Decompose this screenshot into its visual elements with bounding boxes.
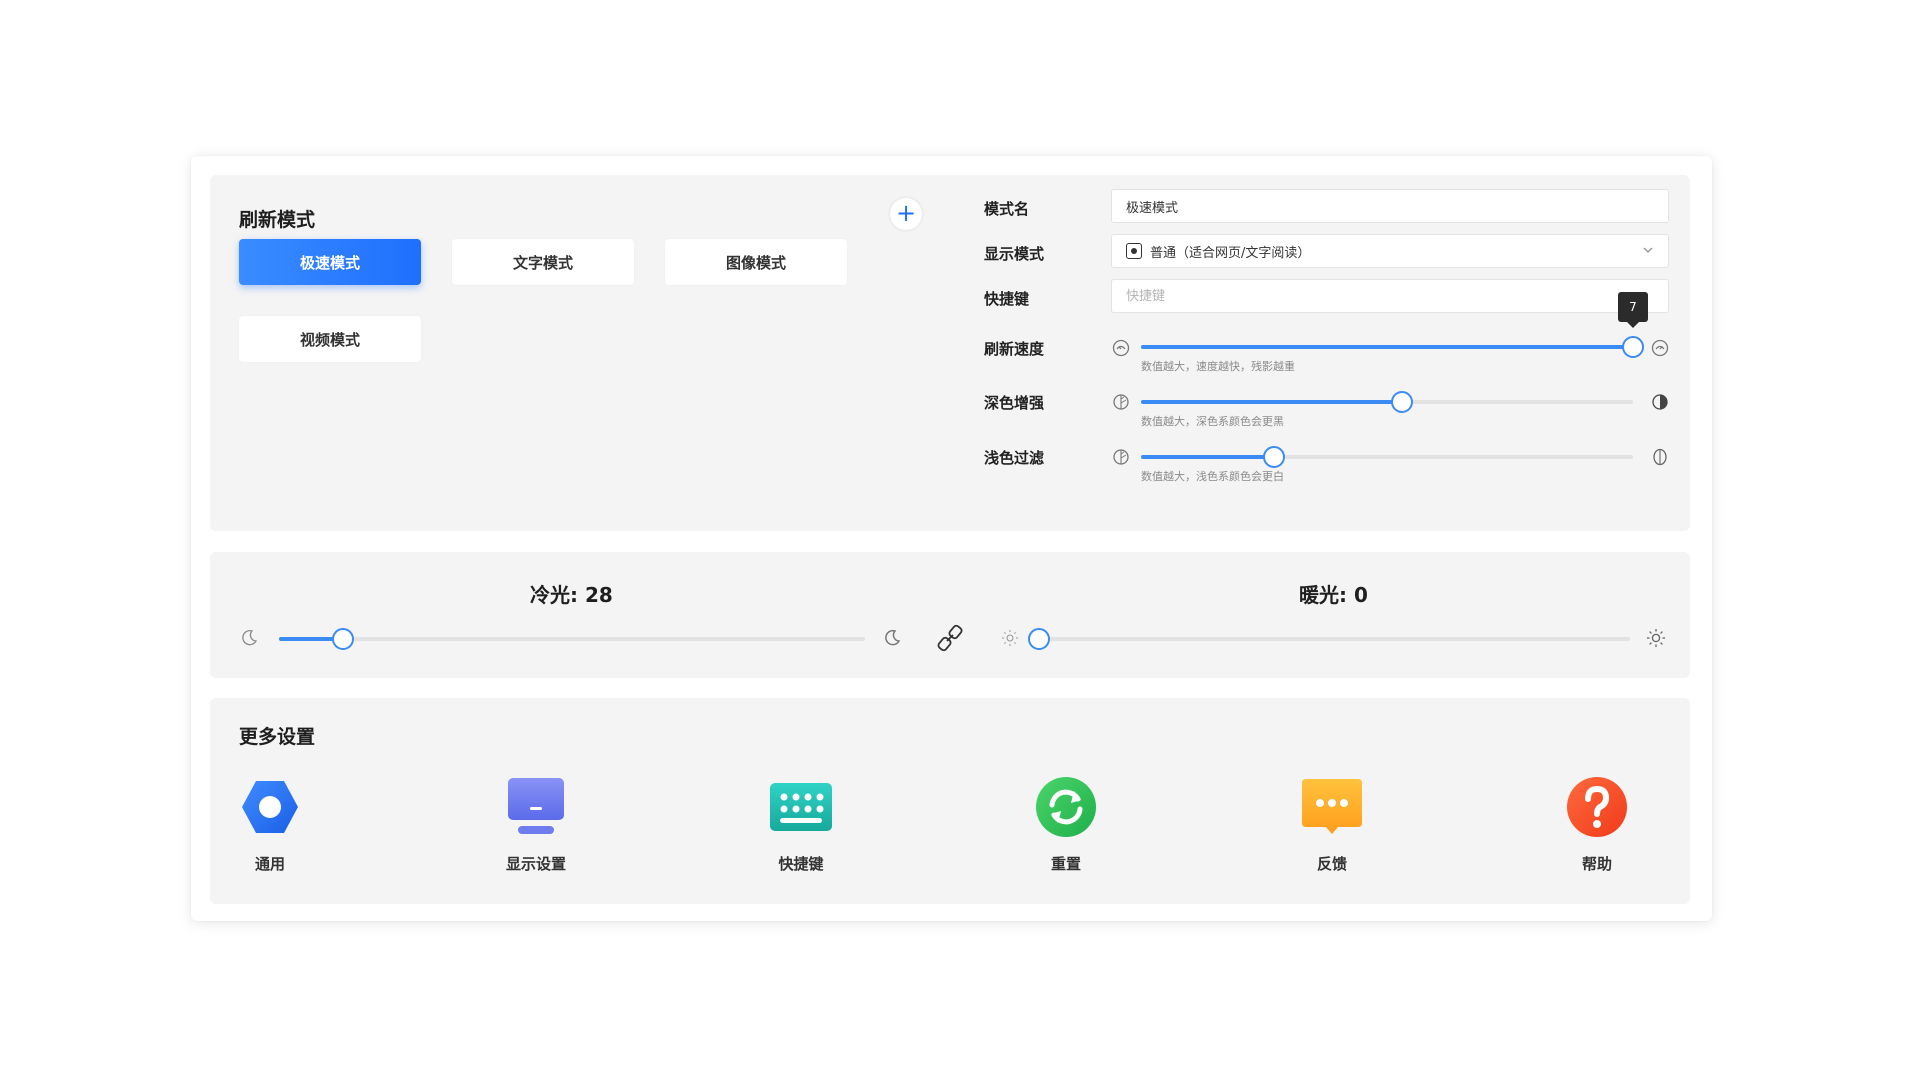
more-item-reset[interactable]: 重置 [996, 775, 1136, 874]
refresh-speed-thumb[interactable] [1622, 336, 1644, 358]
feedback-icon [1302, 779, 1362, 834]
refresh-mode-panel: 刷新模式 + 极速模式 文字模式 图像模式 视频模式 模式名 极速模式 显示模式… [210, 175, 1690, 531]
warm-light-slider[interactable] [1028, 628, 1630, 650]
speed-slow-icon [1112, 339, 1130, 357]
light-filter-slider[interactable] [1141, 446, 1633, 468]
light-filter-label: 浅色过滤 [984, 449, 1045, 467]
more-item-general[interactable]: 通用 [200, 775, 340, 874]
link-icon[interactable] [936, 624, 964, 652]
cold-light-title: 冷光: 28 [530, 583, 613, 607]
refresh-icon [1036, 777, 1096, 837]
warm-light-thumb[interactable] [1028, 628, 1050, 650]
display-mode-label: 显示模式 [984, 245, 1045, 263]
display-mode-icon [1126, 243, 1142, 259]
dark-enhance-hint: 数值越大，深色系颜色会更黑 [1141, 415, 1284, 428]
dark-enhance-label: 深色增强 [984, 394, 1045, 412]
keyboard-icon [770, 783, 832, 831]
cold-light-thumb[interactable] [332, 628, 355, 650]
filter-high-icon [1653, 448, 1667, 466]
settings-window: 刷新模式 + 极速模式 文字模式 图像模式 视频模式 模式名 极速模式 显示模式… [191, 156, 1712, 921]
mode-name-label: 模式名 [984, 200, 1030, 218]
dark-enhance-thumb[interactable] [1390, 391, 1413, 413]
more-item-label: 反馈 [1316, 855, 1347, 873]
mode-button-video[interactable]: 视频模式 [239, 316, 421, 362]
light-filter-hint: 数值越大，浅色系颜色会更白 [1141, 470, 1284, 483]
moon-dim-icon [242, 630, 258, 646]
settings-hex-icon [242, 781, 298, 833]
refresh-mode-title: 刷新模式 [239, 209, 316, 231]
contrast-low-icon [1113, 394, 1129, 410]
monitor-icon [508, 778, 564, 834]
mode-button-image[interactable]: 图像模式 [665, 239, 847, 285]
chevron-down-icon [1643, 247, 1653, 253]
more-item-label: 通用 [254, 855, 285, 873]
refresh-speed-label: 刷新速度 [984, 340, 1045, 358]
light-filter-thumb[interactable] [1262, 446, 1285, 468]
shortcut-input[interactable] [1111, 279, 1669, 313]
more-item-feedback[interactable]: 反馈 [1262, 775, 1402, 874]
mode-button-text[interactable]: 文字模式 [452, 239, 634, 285]
contrast-high-icon [1652, 394, 1668, 410]
display-mode-select[interactable]: 普通（适合网页/文字阅读） [1111, 234, 1669, 268]
refresh-speed-tooltip: 7 [1618, 292, 1648, 328]
more-item-shortcut[interactable]: 快捷键 [731, 775, 871, 874]
refresh-speed-slider[interactable] [1141, 336, 1644, 358]
dark-enhance-slider[interactable] [1141, 391, 1633, 413]
help-icon [1567, 777, 1627, 837]
display-mode-value: 普通（适合网页/文字阅读） [1150, 245, 1311, 261]
more-item-label: 快捷键 [778, 855, 824, 873]
more-item-help[interactable]: 帮助 [1527, 775, 1667, 874]
more-item-label: 重置 [1050, 855, 1081, 873]
more-settings-title: 更多设置 [239, 726, 316, 748]
refresh-speed-hint: 数值越大，速度越快，残影越重 [1141, 360, 1295, 373]
more-settings-panel: 更多设置 通用 显示设置 快捷键 重置 反馈 帮助 [210, 698, 1690, 904]
speed-fast-icon [1651, 339, 1669, 357]
more-item-label: 显示设置 [505, 855, 566, 873]
mode-button-speed[interactable]: 极速模式 [239, 239, 421, 285]
sun-bright-icon [1647, 629, 1665, 647]
filter-low-icon [1113, 449, 1129, 465]
warm-light-title: 暖光: 0 [1299, 583, 1368, 607]
light-panel: 冷光: 28 暖光: 0 [210, 552, 1690, 678]
mode-name-input[interactable]: 极速模式 [1111, 189, 1669, 223]
cold-light-slider[interactable] [279, 628, 865, 650]
shortcut-label: 快捷键 [984, 290, 1030, 308]
add-mode-button[interactable]: + [890, 198, 922, 230]
more-item-display[interactable]: 显示设置 [466, 775, 606, 874]
moon-bright-icon [885, 629, 901, 646]
sun-dim-icon [1002, 630, 1018, 646]
more-item-label: 帮助 [1581, 855, 1612, 873]
